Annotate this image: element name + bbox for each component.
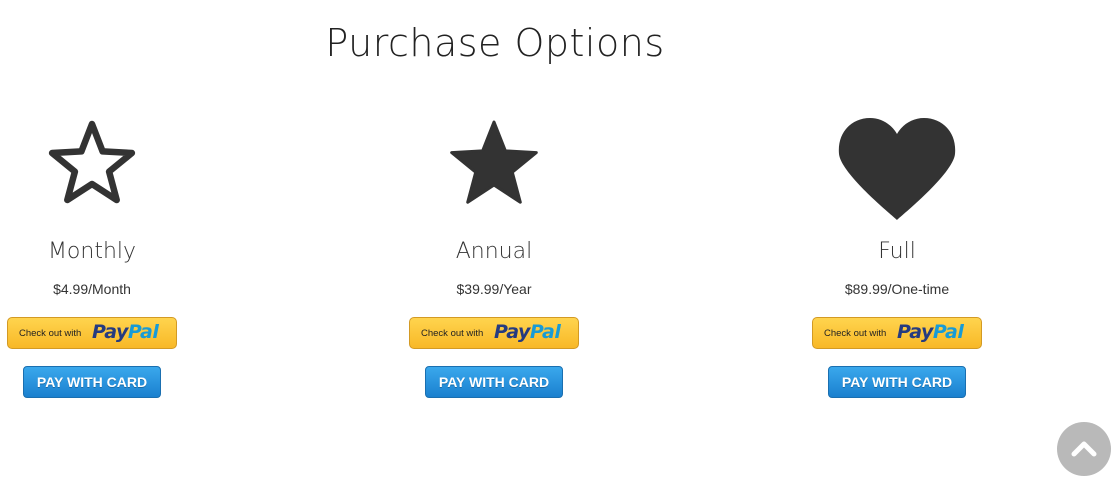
- paypal-logo: PayPal: [897, 321, 964, 343]
- plan-monthly: Monthly $4.99/Month Check out with PayPa…: [0, 112, 192, 398]
- page-title: Purchase Options: [325, 21, 665, 65]
- paypal-checkout-label: Check out with: [824, 328, 887, 339]
- plan-price: $4.99/Month: [53, 281, 131, 297]
- paypal-logo-pay: Pay: [494, 321, 530, 343]
- paypal-logo-pay: Pay: [92, 321, 128, 343]
- paypal-logo-pay: Pay: [897, 321, 933, 343]
- plan-name: Monthly: [47, 239, 137, 264]
- paypal-checkout-button[interactable]: Check out with PayPal: [409, 317, 579, 349]
- plan-name: Full: [878, 239, 916, 264]
- plan-annual: Annual $39.99/Year Check out with PayPal…: [394, 112, 594, 398]
- paypal-logo-pal: Pal: [932, 321, 964, 343]
- pay-with-card-button[interactable]: PAY WITH CARD: [425, 366, 563, 398]
- heart-icon: [832, 112, 962, 224]
- pay-with-card-button[interactable]: PAY WITH CARD: [828, 366, 966, 398]
- paypal-logo-pal: Pal: [127, 321, 159, 343]
- plan-price: $89.99/One-time: [844, 281, 950, 297]
- star-outline-icon: [27, 112, 157, 224]
- paypal-checkout-button[interactable]: Check out with PayPal: [812, 317, 982, 349]
- paypal-logo-pal: Pal: [529, 321, 561, 343]
- star-filled-icon: [429, 112, 559, 224]
- chevron-up-icon: [1071, 441, 1097, 457]
- paypal-checkout-label: Check out with: [421, 328, 484, 339]
- paypal-checkout-button[interactable]: Check out with PayPal: [7, 317, 177, 349]
- paypal-logo: PayPal: [494, 321, 561, 343]
- plan-name: Annual: [455, 239, 533, 264]
- purchase-options-page: Purchase Options Monthly $4.99/Month Che…: [0, 0, 1118, 490]
- paypal-checkout-label: Check out with: [19, 328, 82, 339]
- pay-with-card-button[interactable]: PAY WITH CARD: [23, 366, 161, 398]
- scroll-to-top-button[interactable]: [1057, 422, 1111, 476]
- plan-full: Full $89.99/One-time Check out with PayP…: [797, 112, 997, 398]
- plan-price: $39.99/Year: [456, 281, 532, 297]
- paypal-logo: PayPal: [92, 321, 159, 343]
